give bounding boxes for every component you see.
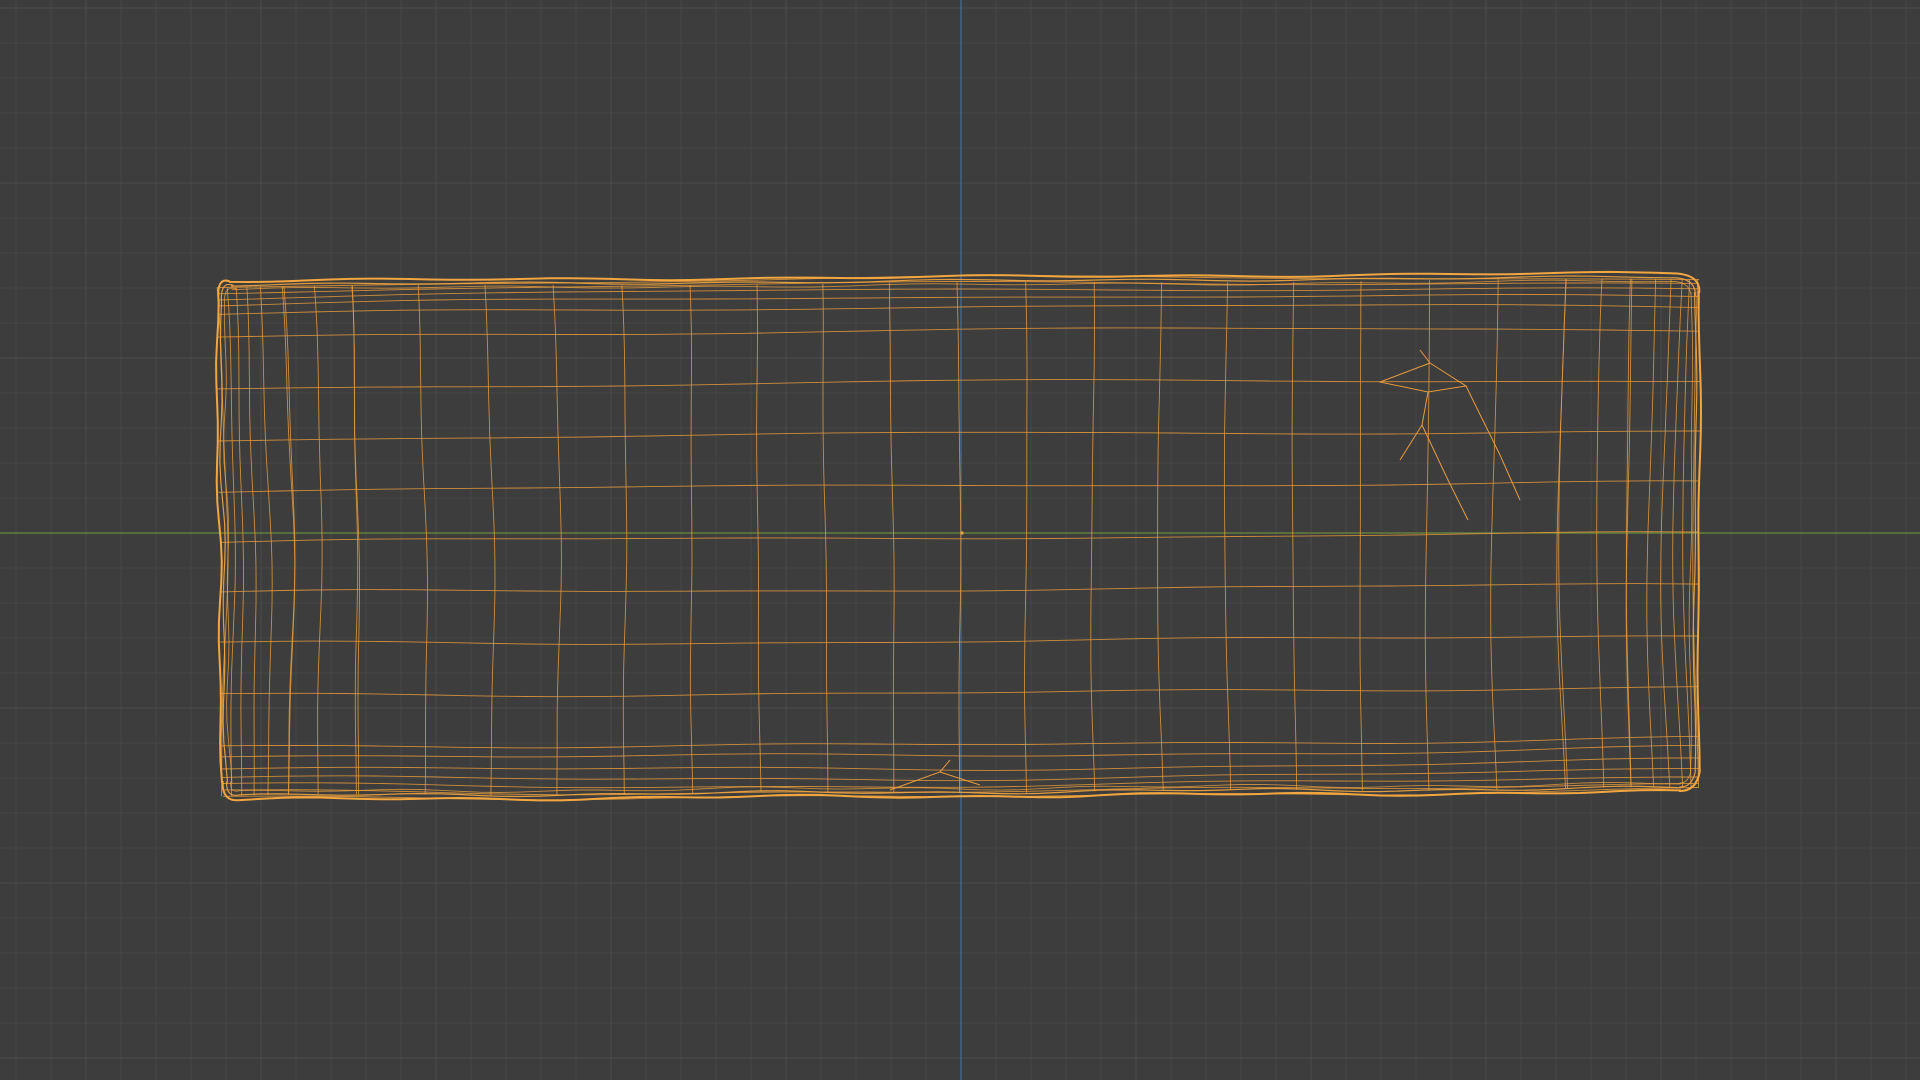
object-origin-dot [960, 531, 964, 535]
viewport-canvas[interactable] [0, 0, 1920, 1080]
3d-viewport[interactable] [0, 0, 1920, 1080]
